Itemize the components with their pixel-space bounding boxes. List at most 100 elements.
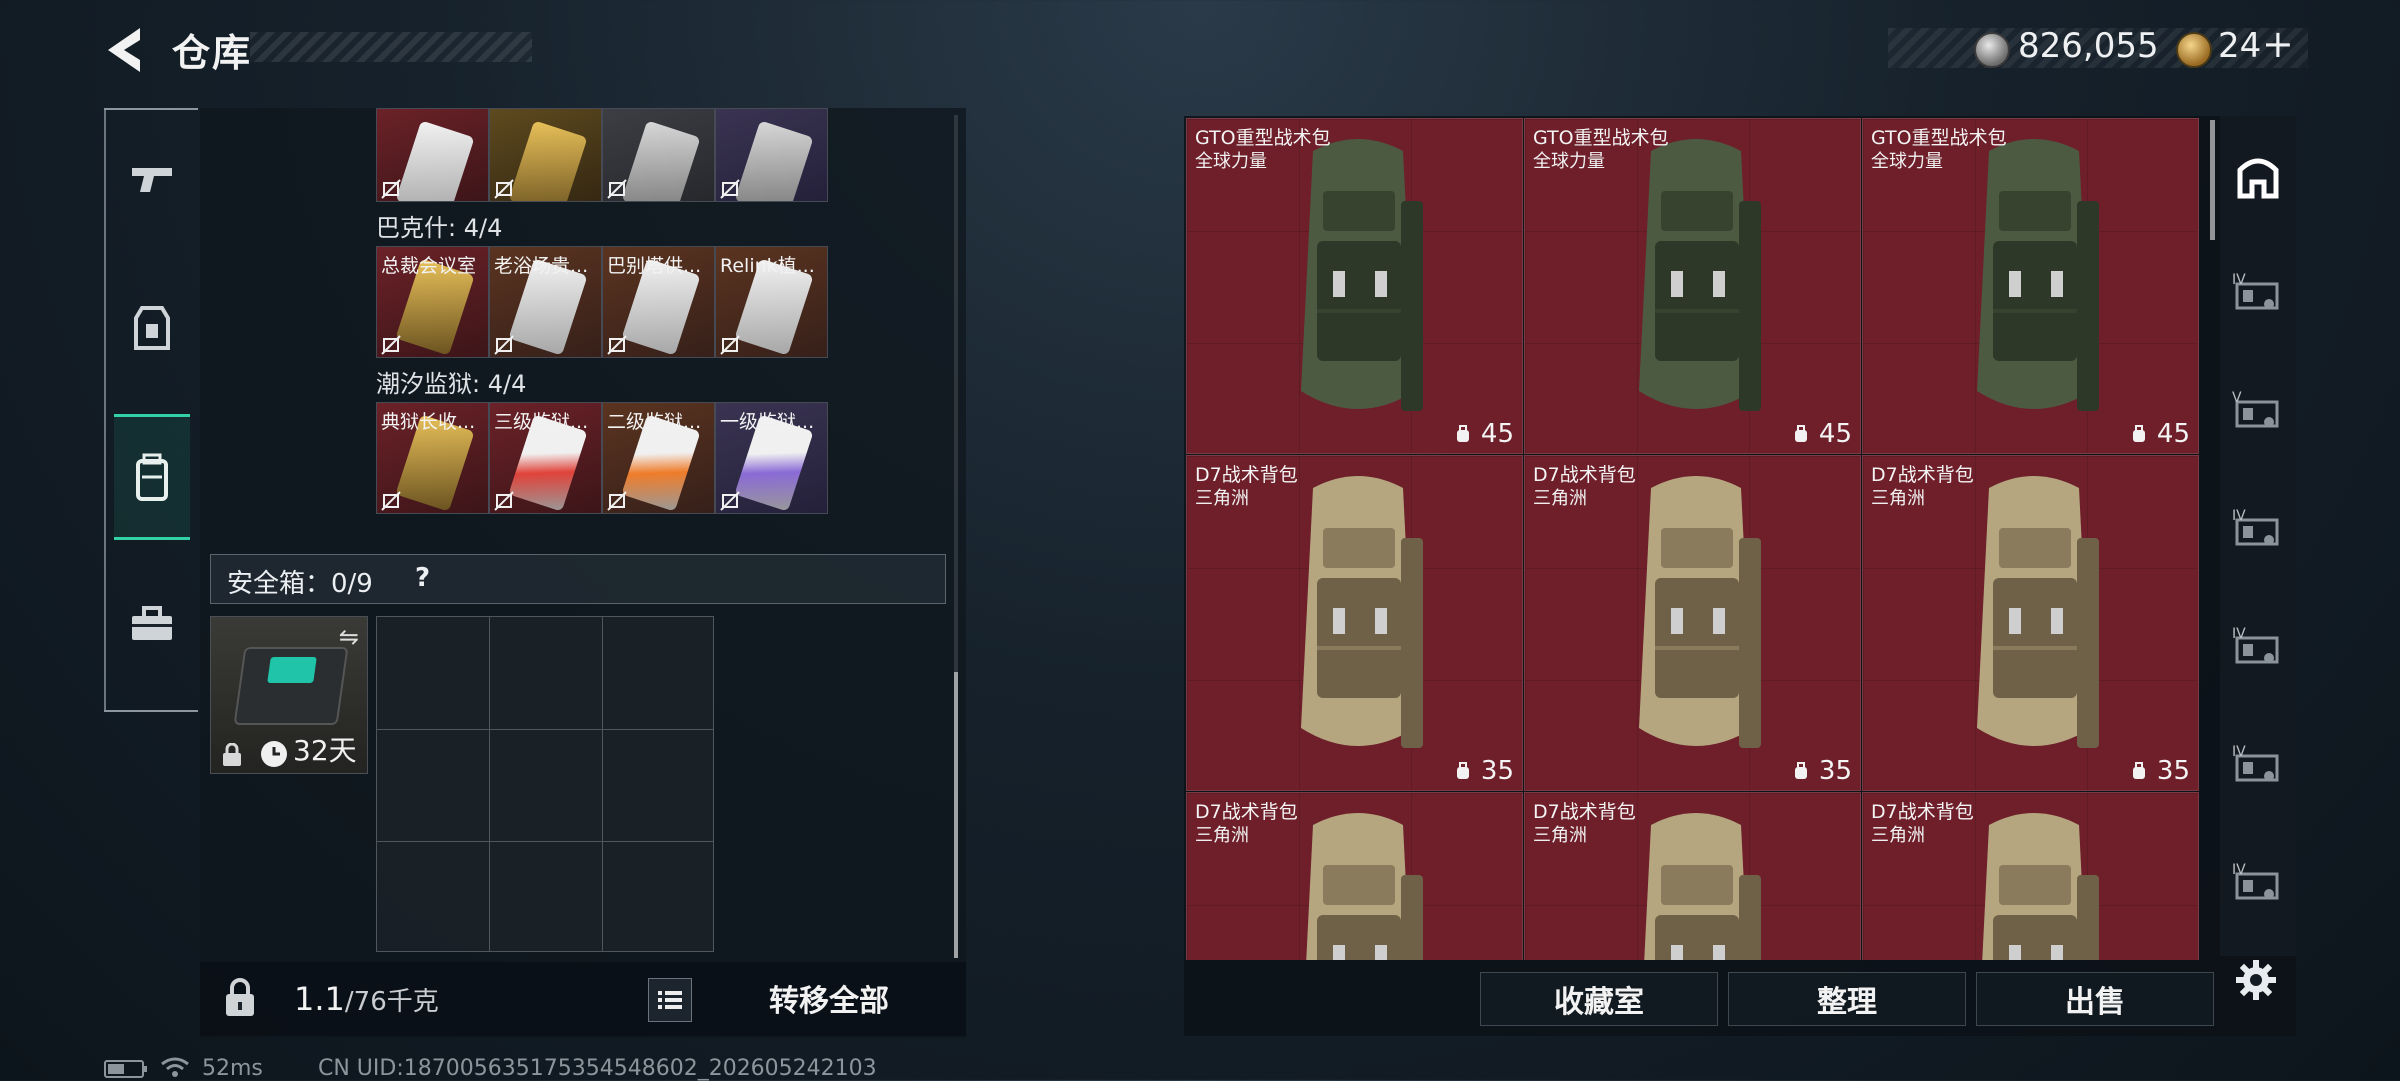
keycard-slot[interactable] (602, 108, 715, 202)
stash-tab-4[interactable]: IV (2226, 480, 2290, 580)
sell-button[interactable]: 出售 (1976, 972, 2214, 1026)
keycard-row-1 (376, 108, 828, 202)
toolbox-icon (132, 606, 172, 640)
stash-item-backpack[interactable]: D7战术背包 三角洲 (1524, 792, 1861, 960)
no-trade-icon (720, 335, 740, 355)
keycard-slot[interactable]: 老浴场贵... (489, 246, 602, 358)
list-view-button[interactable] (648, 978, 692, 1022)
backpack-image (1639, 476, 1761, 748)
settings-button[interactable] (2232, 956, 2280, 1004)
stash-tab-1[interactable] (2226, 126, 2290, 226)
wifi-icon (161, 1057, 189, 1077)
keycard-slot[interactable]: 三级监狱... (489, 402, 602, 514)
stash-item-backpack[interactable]: GTO重型战术包 全球力量 45 (1186, 118, 1523, 454)
keycard-slot[interactable]: 巴别塔供... (602, 246, 715, 358)
stash-grid: GTO重型战术包 全球力量 45 GTO重型战术包 全球力量 45 GTO重型战术包 全球力量… (1186, 118, 2202, 960)
stash-tab-5[interactable]: IV (2226, 598, 2290, 698)
keycard-slot[interactable]: 二级监狱... (602, 402, 715, 514)
keycard-slot[interactable]: 典狱长收... (376, 402, 489, 514)
safe-case-item[interactable]: ⇋ 32天 (210, 616, 368, 774)
back-button[interactable] (100, 22, 156, 78)
keycard-slot[interactable] (489, 108, 602, 202)
backpack-icon (136, 453, 168, 501)
silver-currency-amount: 826,055 (2018, 26, 2159, 66)
silver-coin-icon (1974, 32, 2010, 68)
stash-tab-2[interactable]: IV (2226, 244, 2290, 344)
keycard-slot[interactable]: 总裁会议室 (376, 246, 489, 358)
tab-tools[interactable] (114, 564, 190, 684)
item-source: 三角洲 (1533, 825, 1587, 846)
stash-scroll-thumb[interactable] (2210, 120, 2215, 240)
item-source: 三角洲 (1195, 825, 1249, 846)
padlock-icon[interactable] (218, 976, 262, 1020)
left-scroll-thumb[interactable] (954, 672, 958, 958)
keycard-slot[interactable] (715, 108, 828, 202)
item-source: 三角洲 (1195, 488, 1249, 509)
weight-total: /76千克 (344, 987, 439, 1017)
safe-case-screen (267, 657, 317, 683)
backpack-slot-icon (2237, 158, 2279, 199)
backpack-image (1977, 139, 2099, 411)
stash-tab-6[interactable]: IV (2226, 716, 2290, 816)
transfer-all-button[interactable]: 转移全部 (706, 968, 952, 1028)
keycard-row-3: 典狱长收... 三级监狱... 二级监狱... 一级监狱... (376, 402, 828, 514)
capacity-icon (2133, 762, 2145, 779)
keycard-image (395, 120, 475, 201)
item-capacity: 35 (2156, 756, 2190, 786)
carry-weight: 1.1/76千克 (294, 980, 439, 1018)
stash-item-backpack[interactable]: D7战术背包 三角洲 35 (1524, 455, 1861, 791)
item-name: D7战术背包 (1533, 464, 1636, 486)
keycard-slot[interactable]: Relink植... (715, 246, 828, 358)
keycard-image (508, 120, 588, 201)
item-name: D7战术背包 (1533, 801, 1636, 823)
title-decoration (250, 32, 532, 62)
item-capacity: 45 (2156, 419, 2190, 449)
stash-item-backpack[interactable]: GTO重型战术包 全球力量 45 (1862, 118, 2199, 454)
item-capacity: 45 (1818, 419, 1852, 449)
no-trade-icon (494, 335, 514, 355)
item-source: 三角洲 (1871, 825, 1925, 846)
item-source: 全球力量 (1533, 151, 1605, 172)
tab-armor[interactable] (114, 268, 190, 388)
item-source: 全球力量 (1871, 151, 1943, 172)
group-label-bakesh: 巴克什: 4/4 (376, 214, 503, 242)
weight-current: 1.1 (294, 980, 345, 1018)
organize-button[interactable]: 整理 (1728, 972, 1966, 1026)
item-name: GTO重型战术包 (1533, 127, 1669, 149)
gold-currency-amount: 24 (2218, 26, 2262, 66)
stash-item-backpack[interactable]: D7战术背包 三角洲 35 (1186, 455, 1523, 791)
keycard-label: 一级监狱... (720, 411, 815, 433)
stash-item-backpack[interactable]: D7战术背包 三角洲 35 (1862, 455, 2199, 791)
stash-tab-7[interactable]: IV (2226, 834, 2290, 934)
swap-icon[interactable]: ⇋ (339, 623, 359, 651)
tab-backpacks[interactable] (114, 414, 190, 540)
keycard-slot[interactable]: 一级监狱... (715, 402, 828, 514)
safe-help-button[interactable]: ? (415, 563, 430, 593)
no-trade-icon (494, 491, 514, 511)
keycard-label: Relink植... (720, 255, 815, 277)
capacity-icon (2133, 425, 2145, 442)
keycard-slot[interactable] (376, 108, 489, 202)
capacity-icon (1795, 762, 1807, 779)
item-name: D7战术背包 (1871, 801, 1974, 823)
item-source: 三角洲 (1533, 488, 1587, 509)
tab-level: IV (2232, 744, 2246, 760)
capacity-icon (1795, 425, 1807, 442)
item-capacity: 35 (1480, 756, 1514, 786)
stash-tab-3[interactable]: V (2226, 362, 2290, 462)
stash-item-backpack[interactable]: GTO重型战术包 全球力量 45 (1524, 118, 1861, 454)
safe-case-duration: 32天 (293, 734, 357, 767)
armor-vest-icon (134, 306, 170, 350)
group-label-tidal-prison: 潮汐监狱: 4/4 (376, 370, 527, 398)
no-trade-icon (494, 179, 514, 199)
stash-item-backpack[interactable]: D7战术背包 三角洲 (1862, 792, 2199, 960)
list-icon (658, 991, 682, 1009)
add-currency-button[interactable]: + (2262, 22, 2294, 66)
tab-level: IV (2232, 508, 2246, 524)
collection-room-button[interactable]: 收藏室 (1480, 972, 1718, 1026)
stash-item-backpack[interactable]: D7战术背包 三角洲 (1186, 792, 1523, 960)
safe-box-grid[interactable] (376, 616, 714, 952)
uid-readout: CN UID:18700563517535454860​2_2026052421… (318, 1056, 877, 1081)
tab-weapons[interactable] (114, 118, 190, 238)
item-name: GTO重型战术包 (1195, 127, 1331, 149)
